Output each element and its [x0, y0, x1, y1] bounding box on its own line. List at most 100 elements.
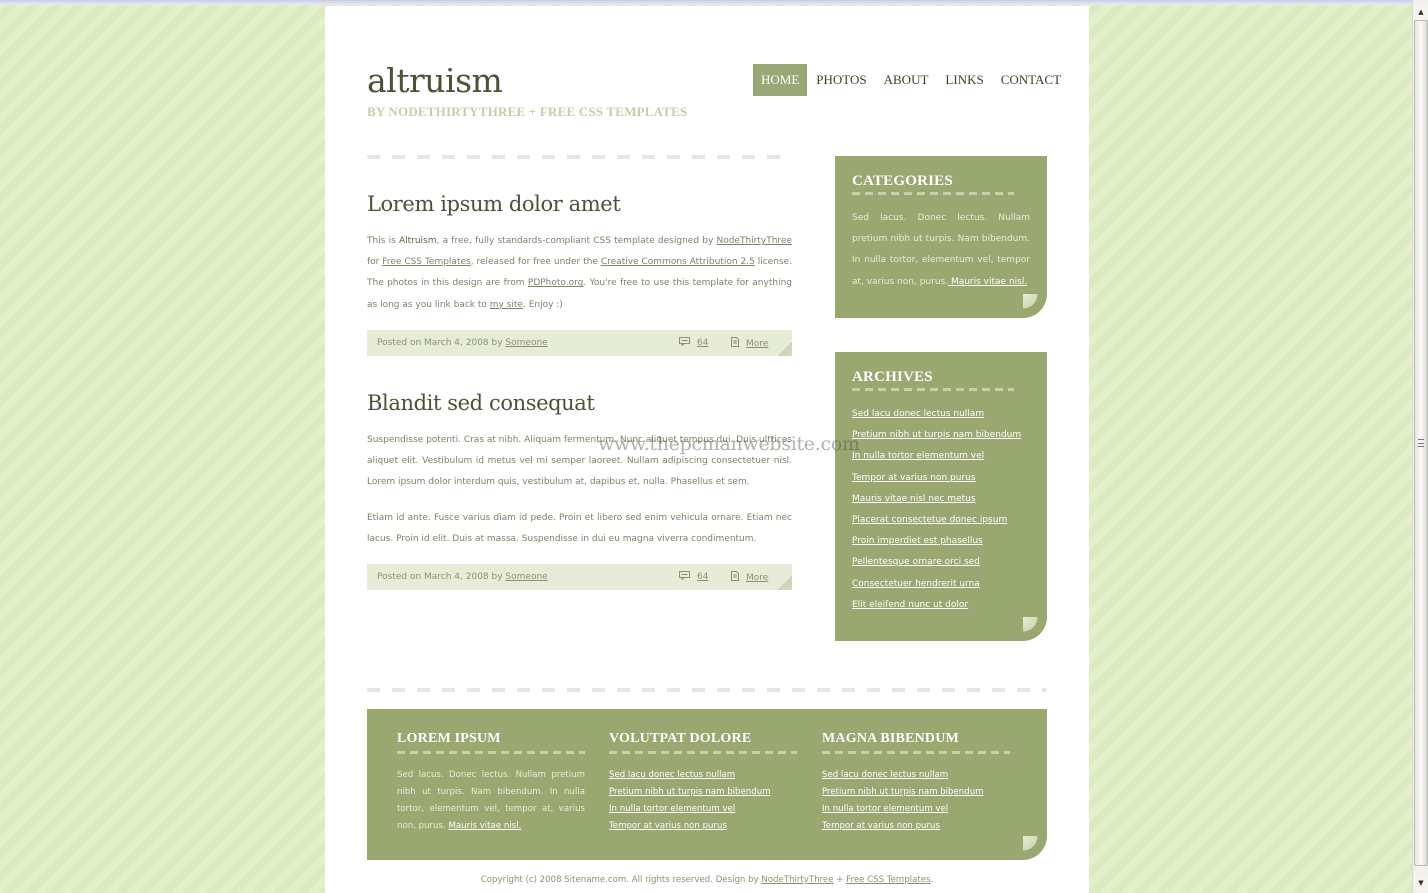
heading-divider — [609, 751, 797, 754]
archives-heading: ARCHIVES — [852, 369, 933, 385]
nav-contact[interactable]: CONTACT — [993, 64, 1069, 96]
post-body: Etiam id ante. Fusce varius diam id pede… — [367, 513, 792, 545]
archive-link[interactable]: Pellentesque ornare orci sed — [852, 557, 980, 567]
footer-link[interactable]: Pretium nibh ut turpis nam bibendum — [609, 787, 771, 797]
comments: 64 — [679, 571, 708, 583]
archive-link[interactable]: Sed lacu donec lectus nullam — [852, 409, 984, 419]
text: for — [367, 257, 383, 268]
content-divider — [367, 155, 792, 159]
text: , released for free under the — [470, 257, 601, 268]
post-date: Posted on March 4, 2008 by Someone — [377, 338, 548, 348]
link-pdphoto[interactable]: PDPhoto.org — [528, 278, 584, 288]
categories-link[interactable]: Mauris vitae nisl. — [948, 277, 1027, 287]
link-free-css-templates[interactable]: Free CSS Templates — [382, 257, 470, 267]
categories-text: Sed lacus. Donec lectus. Nullam pretium … — [852, 208, 1030, 293]
list-item: Proin imperdiet est phasellus — [852, 531, 1021, 552]
archive-link[interactable]: In nulla tortor elementum vel — [852, 451, 984, 461]
archives-list: Sed lacu donec lectus nullam Pretium nib… — [852, 404, 1021, 616]
link-free-css-templates[interactable]: Free CSS Templates — [846, 875, 930, 885]
text: . Enjoy :) — [522, 299, 563, 310]
document-icon — [731, 571, 739, 584]
footer-link[interactable]: Tempor at varius non purus — [609, 821, 727, 831]
page-curl-decoration — [778, 576, 792, 590]
nav-photos[interactable]: PHOTOS — [808, 64, 874, 96]
footer-link[interactable]: Sed lacu donec lectus nullam — [609, 770, 735, 780]
comments-count-link[interactable]: 64 — [697, 338, 708, 348]
nav-links[interactable]: LINKS — [937, 64, 991, 96]
list-item: In nulla tortor elementum vel — [852, 446, 1021, 467]
list-item: Pretium nibh ut turpis nam bibendum — [822, 784, 984, 801]
more-link[interactable]: More — [746, 573, 768, 583]
post-meta: Posted on March 4, 2008 by Someone 64 Mo… — [367, 564, 792, 590]
comments-count-link[interactable]: 64 — [697, 572, 708, 582]
scroll-down-button[interactable]: ▼ — [1414, 875, 1428, 891]
list-item: Tempor at varius non purus — [822, 818, 984, 835]
post-date: Posted on March 4, 2008 by Someone — [377, 572, 548, 582]
footer-text: Sed lacus. Donec lectus. Nullam pretium … — [397, 767, 585, 835]
site-subtitle: BY NODETHIRTYTHREE + FREE CSS TEMPLATES — [367, 104, 688, 119]
post-title[interactable]: Lorem ipsum dolor amet — [367, 192, 621, 216]
more: More — [731, 571, 768, 584]
author-link[interactable]: Someone — [505, 338, 547, 348]
link-nodethirtythree[interactable]: NodeThirtyThree — [761, 875, 833, 885]
footer-heading: MAGNA BIBENDUM — [822, 731, 959, 746]
text: , a free, fully standards-compliant CSS … — [436, 236, 717, 246]
list-item: Elit eleifend nunc ut dolor — [852, 595, 1021, 616]
archive-link[interactable]: Mauris vitae nisl nec metus — [852, 494, 976, 504]
nav-about[interactable]: ABOUT — [876, 64, 937, 96]
footer-panel: LOREM IPSUM Sed lacus. Donec lectus. Nul… — [367, 709, 1047, 860]
page-curl-decoration — [778, 342, 792, 356]
footer-link[interactable]: Pretium nibh ut turpis nam bibendum — [822, 787, 984, 797]
scroll-thumb[interactable] — [1414, 20, 1428, 866]
list-item: In nulla tortor elementum vel — [609, 801, 771, 818]
heading-divider — [852, 388, 1014, 391]
list-item: Placerat consectetue donec ipsum — [852, 510, 1021, 531]
sidebar-categories: CATEGORIES Sed lacus. Donec lectus. Null… — [835, 156, 1047, 318]
archive-link[interactable]: Pretium nibh ut turpis nam bibendum — [852, 430, 1021, 440]
more-link[interactable]: More — [746, 339, 768, 349]
footer-link[interactable]: In nulla tortor elementum vel — [609, 804, 735, 814]
document-icon — [731, 337, 739, 350]
scroll-up-button[interactable]: ▲ — [1414, 4, 1428, 20]
categories-heading: CATEGORIES — [852, 173, 953, 189]
page-curl-decoration — [1023, 617, 1047, 641]
footer-divider — [367, 688, 1047, 692]
posted-text: Posted on March 4, 2008 by — [377, 572, 506, 582]
link-creative-commons[interactable]: Creative Commons Attribution 2.5 — [601, 257, 755, 267]
list-item: Sed lacu donec lectus nullam — [822, 767, 984, 784]
archive-link[interactable]: Elit eleifend nunc ut dolor — [852, 600, 968, 610]
footer-heading: VOLUTPAT DOLORE — [609, 731, 752, 746]
link-nodethirtythree[interactable]: NodeThirtyThree — [716, 236, 792, 246]
list-item: Sed lacu donec lectus nullam — [609, 767, 771, 784]
list-item: Pretium nibh ut turpis nam bibendum — [609, 784, 771, 801]
site-logo: altruism BY NODETHIRTYTHREE + FREE CSS T… — [367, 64, 687, 120]
footer-link[interactable]: Tempor at varius non purus — [822, 821, 940, 831]
copyright-text: Copyright (c) 2008 Sitename.com. All rig… — [480, 875, 762, 885]
archive-link[interactable]: Tempor at varius non purus — [852, 473, 976, 483]
link-my-site[interactable]: my site — [490, 300, 523, 310]
vertical-scrollbar[interactable]: ▲ ▼ — [1412, 0, 1428, 893]
archive-link[interactable]: Proin imperdiet est phasellus — [852, 536, 983, 546]
footer-links: Sed lacu donec lectus nullam Pretium nib… — [609, 767, 771, 835]
footer-link[interactable]: In nulla tortor elementum vel — [822, 804, 948, 814]
list-item: In nulla tortor elementum vel — [822, 801, 984, 818]
list-item: Pellentesque ornare orci sed — [852, 552, 1021, 573]
list-item: Tempor at varius non purus — [852, 468, 1021, 489]
post-title[interactable]: Blandit sed consequat — [367, 391, 595, 415]
site-title[interactable]: altruism — [367, 64, 687, 97]
post-body: This is Altruism, a free, fully standard… — [367, 231, 792, 316]
archive-link[interactable]: Placerat consectetue donec ipsum — [852, 515, 1007, 525]
footer-link[interactable]: Mauris vitae nisl. — [448, 821, 521, 831]
nav-home[interactable]: HOME — [753, 64, 808, 96]
footer-link[interactable]: Sed lacu donec lectus nullam — [822, 770, 948, 780]
author-link[interactable]: Someone — [505, 572, 547, 582]
footer-heading: LOREM IPSUM — [397, 731, 501, 746]
text-strong: Altruism — [398, 236, 437, 246]
heading-divider — [852, 192, 1014, 195]
archive-link[interactable]: Consectetuer hendrerit urna — [852, 579, 980, 589]
main-nav: HOME PHOTOS ABOUT LINKS CONTACT — [753, 64, 1070, 96]
arrow-down-icon: ▼ — [1418, 879, 1424, 887]
copyright: Copyright (c) 2008 Sitename.com. All rig… — [325, 875, 1089, 885]
text: . — [930, 875, 934, 885]
text: + — [833, 875, 847, 885]
